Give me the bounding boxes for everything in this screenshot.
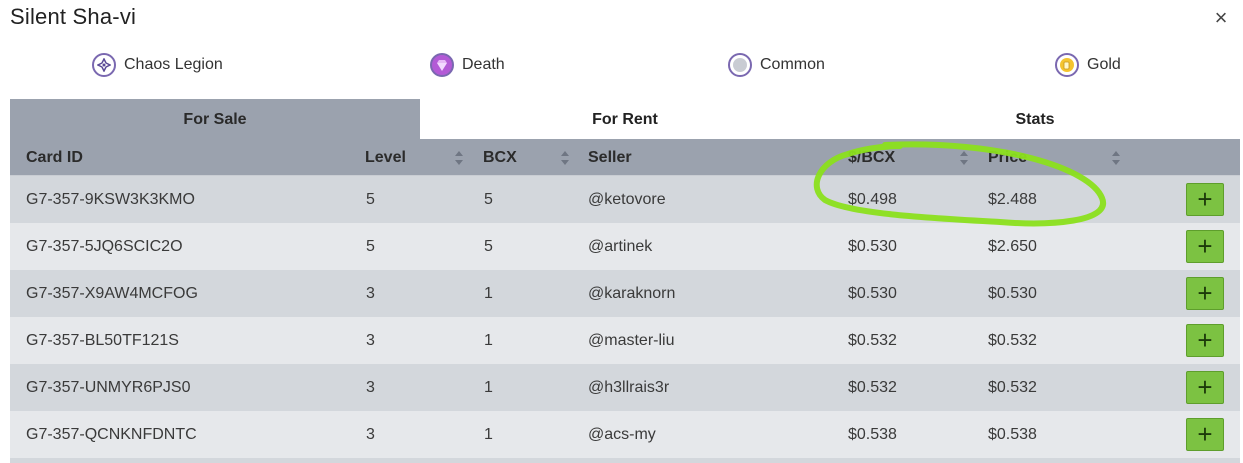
cell-price: $0.532 <box>988 378 1037 396</box>
meta-rarity-label: Common <box>760 56 825 73</box>
card-meta-row: Chaos Legion Death Common Gold <box>0 53 1243 83</box>
cell-price: $2.650 <box>988 237 1037 255</box>
cell-level: 3 <box>366 378 375 396</box>
cell-price: $0.538 <box>988 425 1037 443</box>
plus-icon: + <box>1197 277 1213 308</box>
table-row: G7-357-9KSW3K3KMO 5 5 @ketovore $0.498 $… <box>10 176 1240 223</box>
plus-icon: + <box>1197 230 1213 261</box>
col-level[interactable]: Level <box>365 139 406 176</box>
cell-card-id: G7-357-X9AW4MCFOG <box>26 284 198 302</box>
cell-price-per-bcx: $0.530 <box>848 284 897 302</box>
col-seller[interactable]: Seller <box>588 139 632 176</box>
cell-level: 3 <box>366 331 375 349</box>
meta-foil-label: Gold <box>1087 56 1121 73</box>
cell-level: 5 <box>366 237 375 255</box>
death-icon <box>430 53 454 77</box>
cell-price-per-bcx: $0.530 <box>848 237 897 255</box>
common-rarity-icon <box>728 53 752 77</box>
add-to-cart-button[interactable]: + <box>1186 371 1224 404</box>
cell-seller[interactable]: @artinek <box>588 223 652 270</box>
add-to-cart-button[interactable]: + <box>1186 418 1224 451</box>
cell-price: $0.530 <box>988 284 1037 302</box>
cell-price-per-bcx: $0.538 <box>848 425 897 443</box>
table-row: G7-357-X9AW4MCFOG 3 1 @karaknorn $0.530 … <box>10 270 1240 317</box>
tab-stats[interactable]: Stats <box>830 99 1240 139</box>
cell-card-id: G7-357-QCNKNFDNTC <box>26 425 197 443</box>
cell-card-id: G7-357-5JQ6SCIC2O <box>26 237 183 255</box>
col-price-per-bcx[interactable]: $/BCX <box>848 139 895 176</box>
add-to-cart-button[interactable]: + <box>1186 183 1224 216</box>
table-row: G7-357-5JQ6SCIC2O 5 5 @artinek $0.530 $2… <box>10 223 1240 270</box>
cell-card-id: G7-357-9KSW3K3KMO <box>26 190 195 208</box>
table-row-partial <box>10 458 1240 463</box>
cell-seller[interactable]: @master-liu <box>588 317 674 364</box>
meta-rarity: Common <box>728 53 825 77</box>
close-icon[interactable]: × <box>1211 7 1231 29</box>
cell-price-per-bcx: $0.498 <box>848 190 897 208</box>
cell-seller[interactable]: @ketovore <box>588 176 666 223</box>
gold-foil-icon <box>1055 53 1079 77</box>
table-header: Card ID Level BCX Seller $/BCX Price <box>10 139 1240 176</box>
plus-icon: + <box>1197 418 1213 449</box>
cell-bcx: 1 <box>484 284 493 302</box>
cell-bcx: 1 <box>484 425 493 443</box>
tab-for-rent[interactable]: For Rent <box>420 99 830 139</box>
plus-icon: + <box>1197 183 1213 214</box>
sort-price-per-bcx-icon[interactable] <box>958 149 970 167</box>
meta-edition-label: Chaos Legion <box>124 56 223 73</box>
add-to-cart-button[interactable]: + <box>1186 277 1224 310</box>
col-card-id[interactable]: Card ID <box>26 139 83 176</box>
cell-level: 5 <box>366 190 375 208</box>
listings-table: Card ID Level BCX Seller $/BCX Price G7-… <box>10 139 1240 463</box>
add-to-cart-button[interactable]: + <box>1186 324 1224 357</box>
cell-price-per-bcx: $0.532 <box>848 331 897 349</box>
cell-bcx: 1 <box>484 331 493 349</box>
col-bcx[interactable]: BCX <box>483 139 517 176</box>
cell-level: 3 <box>366 425 375 443</box>
cell-price: $0.532 <box>988 331 1037 349</box>
cell-bcx: 5 <box>484 237 493 255</box>
sort-level-icon[interactable] <box>453 149 465 167</box>
col-price[interactable]: Price <box>988 139 1027 176</box>
cell-price-per-bcx: $0.532 <box>848 378 897 396</box>
cell-level: 3 <box>366 284 375 302</box>
cell-price: $2.488 <box>988 190 1037 208</box>
cell-bcx: 5 <box>484 190 493 208</box>
table-row: G7-357-QCNKNFDNTC 3 1 @acs-my $0.538 $0.… <box>10 411 1240 458</box>
modal-title: Silent Sha-vi <box>10 4 137 29</box>
tab-for-sale[interactable]: For Sale <box>10 99 420 139</box>
plus-icon: + <box>1197 324 1213 355</box>
table-row: G7-357-UNMYR6PJS0 3 1 @h3llrais3r $0.532… <box>10 364 1240 411</box>
meta-foil: Gold <box>1055 53 1121 77</box>
cell-card-id: G7-357-BL50TF121S <box>26 331 179 349</box>
cell-seller[interactable]: @h3llrais3r <box>588 364 669 411</box>
meta-element-label: Death <box>462 56 505 73</box>
sort-price-icon[interactable] <box>1110 149 1122 167</box>
cell-bcx: 1 <box>484 378 493 396</box>
cell-card-id: G7-357-UNMYR6PJS0 <box>26 378 191 396</box>
market-tabs: For Sale For Rent Stats <box>10 99 1240 139</box>
add-to-cart-button[interactable]: + <box>1186 230 1224 263</box>
sort-bcx-icon[interactable] <box>559 149 571 167</box>
cell-seller[interactable]: @acs-my <box>588 411 656 458</box>
meta-element: Death <box>430 53 505 77</box>
chaos-legion-icon <box>92 53 116 77</box>
plus-icon: + <box>1197 371 1213 402</box>
meta-edition: Chaos Legion <box>92 53 223 77</box>
cell-seller[interactable]: @karaknorn <box>588 270 675 317</box>
table-row: G7-357-BL50TF121S 3 1 @master-liu $0.532… <box>10 317 1240 364</box>
